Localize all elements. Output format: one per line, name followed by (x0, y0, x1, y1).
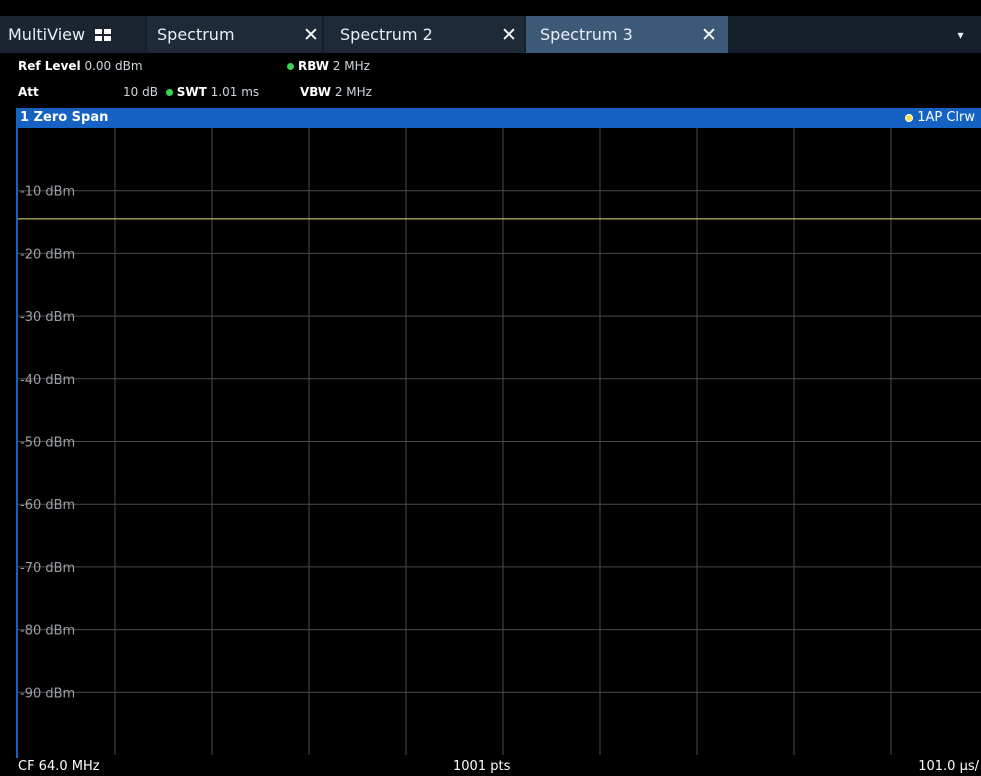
y-tick-label: -80 dBm (20, 624, 75, 639)
chevron-down-icon: ▾ (957, 27, 964, 42)
rbw-label: RBW (298, 59, 329, 73)
center-frequency: CF 64.0 MHz (18, 759, 100, 774)
att-value: 10 dB (123, 85, 158, 99)
time-per-division: 101.0 µs/ (918, 759, 979, 774)
vbw-info: VBW 2 MHz (300, 85, 372, 99)
tab-dropdown[interactable]: ▾ (940, 16, 981, 53)
y-tick-label: -90 dBm (20, 686, 75, 701)
y-tick-label: -30 dBm (20, 310, 75, 325)
swt-label: SWT (176, 85, 207, 99)
plot-svg: -10 dBm -20 dBm -30 dBm -40 dBm -50 dBm -60 d… (18, 128, 981, 755)
y-tick-label: -40 dBm (20, 373, 75, 388)
y-tick-label: -70 dBm (20, 561, 75, 576)
ref-level-value: 0.00 dBm (84, 59, 143, 73)
status-dot-icon (165, 89, 173, 96)
close-icon[interactable]: ✕ (296, 16, 326, 53)
rbw-value: 2 MHz (332, 59, 370, 73)
rbw-info: RBW 2 MHz (287, 59, 370, 73)
y-tick-label: -60 dBm (20, 498, 75, 513)
close-icon[interactable]: ✕ (494, 16, 524, 53)
y-tick-label: -50 dBm (20, 436, 75, 451)
tab-spectrum-2-label: Spectrum 2 (340, 25, 433, 44)
close-icon[interactable]: ✕ (694, 16, 724, 53)
vbw-value: 2 MHz (334, 85, 372, 99)
sweep-points: 1001 pts (453, 759, 511, 774)
trace-label: 1AP Clrw (917, 110, 975, 125)
trace-indicator: 1AP Clrw (905, 110, 975, 125)
att-label: Att (18, 85, 39, 99)
trace-dot-icon (905, 113, 914, 122)
status-dot-icon (287, 63, 294, 70)
y-tick-label: -20 dBm (20, 247, 75, 262)
swt-value: 1.01 ms (210, 85, 260, 99)
window-title-bar[interactable]: 1 Zero Span 1AP Clrw (16, 108, 981, 128)
tab-spectrum-3-label: Spectrum 3 (540, 25, 633, 44)
y-tick-label: -10 dBm (20, 185, 75, 200)
footer-bar: CF 64.0 MHz 1001 pts 101.0 µs/ (16, 758, 981, 776)
spectrum-plot[interactable]: -10 dBm -20 dBm -30 dBm -40 dBm -50 dBm -60 d… (18, 128, 981, 755)
tab-multiview[interactable]: MultiView (0, 16, 145, 53)
att-value-group: 10 dB SWT 1.01 ms (123, 85, 259, 99)
vbw-label: VBW (300, 85, 332, 99)
multiview-grid-icon (95, 28, 112, 41)
tab-bar: MultiView Spectrum ✕ Spectrum 2 ✕ Spectr… (0, 16, 981, 53)
tab-multiview-label: MultiView (8, 25, 86, 44)
tab-spectrum-label: Spectrum (157, 25, 235, 44)
ref-level-info: Ref Level 0.00 dBm (18, 59, 143, 73)
ref-level-label: Ref Level (18, 59, 81, 73)
window-title: 1 Zero Span (20, 110, 109, 125)
att-info: Att (18, 85, 39, 99)
